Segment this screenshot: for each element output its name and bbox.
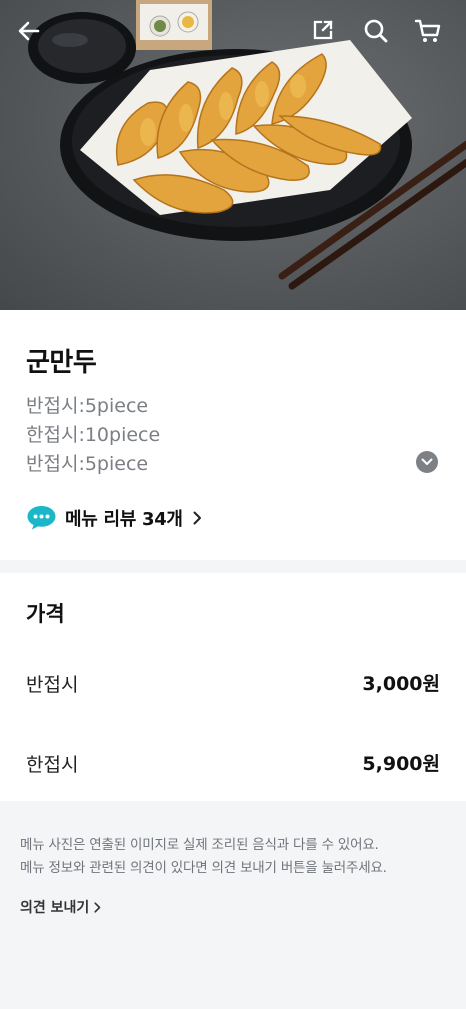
photo-notice: 메뉴 사진은 연출된 이미지로 실제 조리된 음식과 다를 수 있어요. 메뉴 …: [20, 834, 450, 880]
cart-icon: [414, 19, 441, 42]
price-option-value: 3,000원: [362, 673, 440, 695]
back-button[interactable]: [16, 18, 52, 54]
search-button[interactable]: [363, 18, 399, 54]
menu-photo: [0, 0, 466, 310]
expand-description-button[interactable]: [416, 451, 438, 473]
description-line: 반접시:5piece: [26, 453, 149, 475]
cart-button[interactable]: [414, 18, 450, 54]
search-icon: [364, 19, 388, 43]
menu-title: 군만두: [26, 348, 97, 378]
speech-bubble-icon: [27, 506, 56, 530]
send-feedback-link[interactable]: 의견 보내기: [20, 897, 101, 917]
menu-review-link[interactable]: 메뉴 리뷰 34개: [26, 504, 202, 531]
notice-line: 메뉴 사진은 연출된 이미지로 실제 조리된 음식과 다를 수 있어요.: [20, 837, 379, 853]
chevron-right-icon: [193, 511, 201, 524]
notice-line: 메뉴 정보와 관련된 의견이 있다면 의견 보내기 버튼을 눌러주세요.: [20, 860, 387, 876]
description-line: 한접시:10piece: [26, 424, 161, 446]
description-line: 반접시:5piece: [26, 395, 149, 417]
share-icon: [313, 20, 333, 40]
chevron-right-icon: [94, 901, 101, 913]
review-link-label: 메뉴 리뷰 34개: [65, 508, 183, 530]
price-option-value: 5,900원: [362, 753, 440, 775]
menu-info-card: 군만두 반접시:5piece 한접시:10piece 반접시:5piece 메뉴…: [0, 310, 466, 560]
chevron-down-icon: [421, 458, 433, 465]
share-button[interactable]: [311, 18, 347, 54]
price-option-name: 반접시: [26, 674, 79, 696]
price-heading: 가격: [26, 602, 65, 626]
price-option-row[interactable]: 한접시 5,900원: [0, 742, 466, 782]
price-card: 가격 반접시 3,000원 한접시 5,900원: [0, 573, 466, 801]
back-arrow-icon: [18, 21, 40, 41]
menu-description: 반접시:5piece 한접시:10piece 반접시:5piece: [26, 392, 406, 479]
price-option-name: 한접시: [26, 754, 79, 776]
price-option-row[interactable]: 반접시 3,000원: [0, 662, 466, 702]
feedback-label: 의견 보내기: [20, 900, 90, 916]
